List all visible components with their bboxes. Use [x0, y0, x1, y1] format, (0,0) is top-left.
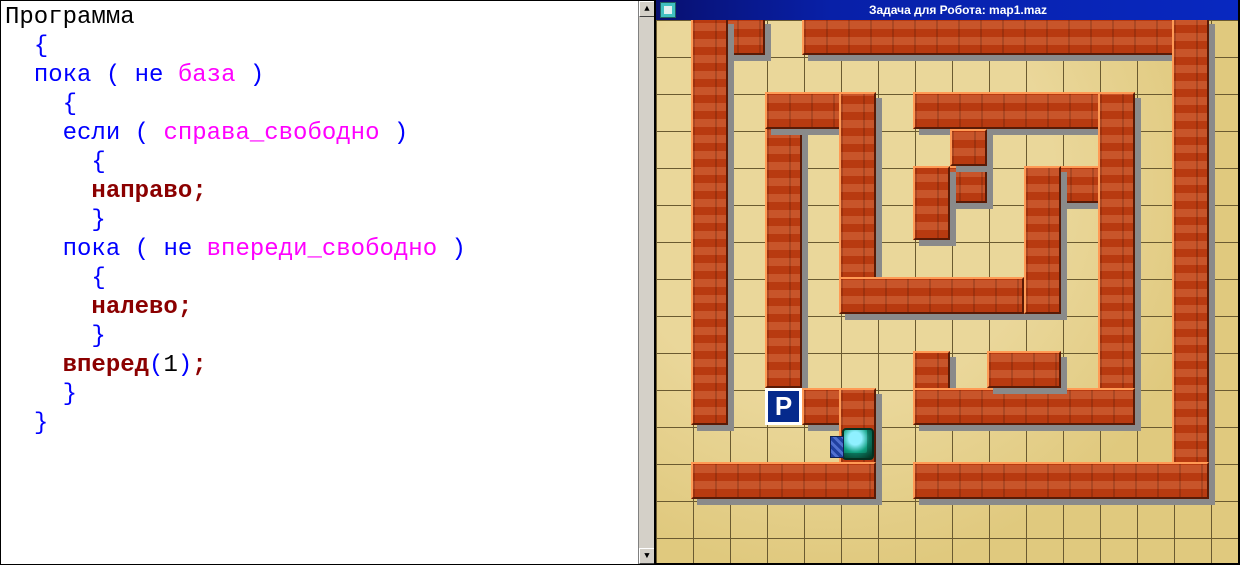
code-token: вперед — [63, 352, 149, 379]
editor-scrollbar[interactable]: ▲ ▼ — [638, 1, 654, 564]
maze-wall — [1172, 20, 1209, 499]
maze-wall — [1098, 92, 1135, 425]
maze-titlebar[interactable]: Задача для Робота: map1.maz — [656, 0, 1238, 20]
code-token: справа_свободно — [163, 120, 379, 147]
scroll-down-button[interactable]: ▼ — [639, 548, 654, 564]
maze-window: Задача для Робота: map1.maz P — [654, 0, 1240, 565]
code-token: ) — [235, 62, 264, 89]
maze-wall — [691, 462, 876, 499]
code-token: ( — [91, 62, 134, 89]
maze-wall — [765, 92, 802, 388]
code-token: ( — [120, 120, 163, 147]
code-token: } — [63, 381, 77, 408]
code-token: { — [34, 33, 48, 60]
code-token: не — [163, 236, 206, 263]
code-token: 1 — [163, 352, 177, 379]
code-token: пока — [34, 62, 92, 89]
code-token: ) — [437, 236, 466, 263]
maze-wall — [913, 388, 1135, 425]
code-token: ( — [120, 236, 163, 263]
maze-wall — [950, 129, 987, 166]
maze-wall — [987, 351, 1061, 388]
maze-wall — [802, 20, 1209, 55]
code-token: ) — [178, 352, 192, 379]
code-token: } — [91, 207, 105, 234]
code-token: { — [91, 265, 105, 292]
code-editor[interactable]: Программа { пока ( не база ) { если ( сп… — [0, 0, 654, 565]
scroll-up-button[interactable]: ▲ — [639, 1, 654, 17]
system-menu-icon[interactable] — [660, 2, 676, 18]
maze-wall — [1024, 166, 1061, 314]
code-token: ( — [149, 352, 163, 379]
base-tile: P — [765, 388, 802, 425]
code-token: не — [135, 62, 178, 89]
robot-sprite[interactable] — [842, 428, 874, 460]
code-token: база — [178, 62, 236, 89]
code-token: направо; — [91, 178, 206, 205]
code-token: Программа — [5, 4, 135, 31]
maze-wall — [691, 20, 728, 425]
maze-wall — [839, 277, 1024, 314]
code-token: ; — [192, 352, 206, 379]
maze-window-title: Задача для Робота: map1.maz — [682, 3, 1234, 17]
code-token: ) — [379, 120, 408, 147]
code-token: пока — [63, 236, 121, 263]
maze-wall — [913, 166, 950, 240]
maze-wall — [913, 462, 1209, 499]
base-label: P — [775, 391, 792, 422]
code-token: налево; — [91, 294, 192, 321]
code-token: впереди_свободно — [207, 236, 437, 263]
code-token: { — [63, 91, 77, 118]
code-token: { — [91, 149, 105, 176]
maze-area[interactable]: P — [656, 20, 1238, 563]
code-token: } — [34, 410, 48, 437]
code-token: } — [91, 323, 105, 350]
code-token: если — [63, 120, 121, 147]
code-content[interactable]: Программа { пока ( не база ) { если ( сп… — [1, 1, 654, 440]
